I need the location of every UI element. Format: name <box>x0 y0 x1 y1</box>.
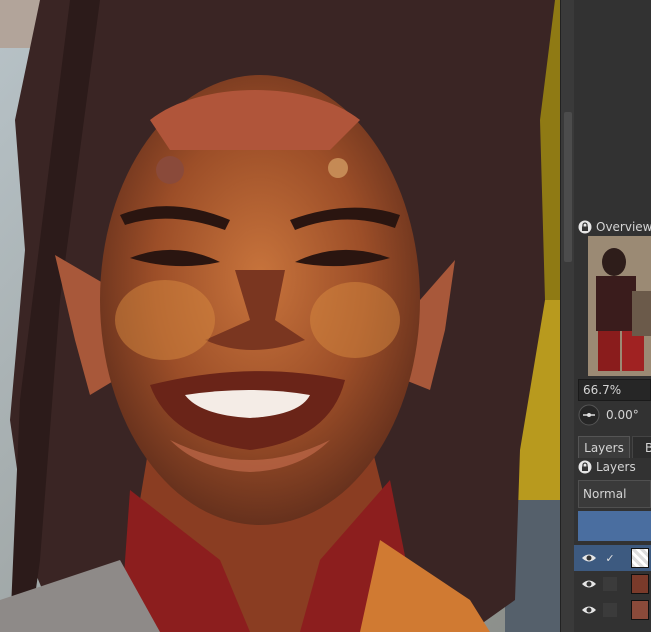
layer-row[interactable] <box>574 571 651 597</box>
layer-row[interactable] <box>574 623 651 632</box>
layer-row[interactable]: ✓ <box>574 545 651 571</box>
blend-mode-select[interactable]: Normal <box>578 480 651 508</box>
eye-icon[interactable] <box>581 576 597 592</box>
rotation-value: 0.00° <box>606 408 639 422</box>
layer-thumbnail <box>631 574 649 594</box>
tab-brushes[interactable]: B <box>632 436 651 458</box>
lock-icon[interactable] <box>578 220 592 234</box>
overview-title: Overview <box>596 220 651 234</box>
layers-title: Layers <box>596 460 636 474</box>
canvas-vertical-scrollbar[interactable] <box>560 0 575 632</box>
rotation-control[interactable]: 0.00° <box>578 404 651 426</box>
layer-checkbox[interactable] <box>603 577 617 591</box>
overview-docker-header[interactable]: Overview <box>578 218 651 236</box>
blend-mode-value: Normal <box>583 487 627 501</box>
zoom-value: 66.7% <box>583 383 622 397</box>
docker-panel: Overview 66.7% 0.00° Layers B Layers Nor… <box>574 0 651 632</box>
scrollbar-thumb[interactable] <box>564 112 572 262</box>
eye-icon[interactable] <box>581 628 597 632</box>
tab-layers[interactable]: Layers <box>578 436 630 458</box>
zoom-field[interactable]: 66.7% <box>578 379 651 401</box>
overview-thumbnail[interactable] <box>588 236 651 376</box>
checkmark-icon[interactable]: ✓ <box>603 551 617 565</box>
overview-preview <box>588 236 651 376</box>
layer-thumbnail <box>631 548 649 568</box>
eye-icon[interactable] <box>581 602 597 618</box>
eye-icon[interactable] <box>581 550 597 566</box>
tab-brushes-label: B <box>645 440 651 455</box>
layer-properties-bar[interactable] <box>578 511 651 541</box>
rotate-icon[interactable] <box>578 404 600 426</box>
lock-icon[interactable] <box>578 460 592 474</box>
painting-canvas[interactable] <box>0 0 560 632</box>
tab-layers-label: Layers <box>584 440 624 455</box>
layer-checkbox[interactable] <box>603 603 617 617</box>
artwork <box>0 0 560 632</box>
layers-docker-header[interactable]: Layers <box>578 458 636 476</box>
layer-row[interactable] <box>574 597 651 623</box>
layer-thumbnail <box>631 600 649 620</box>
